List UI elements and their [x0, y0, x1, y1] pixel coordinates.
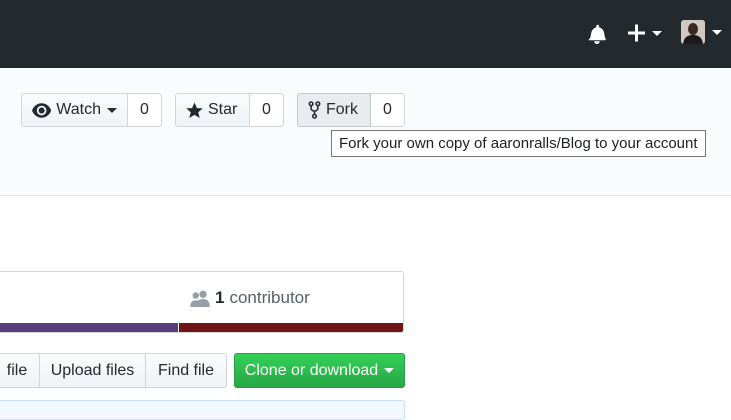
commit-tease [0, 400, 405, 420]
site-header [0, 0, 731, 68]
star-button[interactable]: Star [175, 93, 250, 127]
watch-label: Watch [56, 101, 101, 118]
upload-files-button[interactable]: Upload files [39, 353, 146, 388]
repo-summary: 1 contributor [0, 271, 404, 333]
fork-tooltip: Fork your own copy of aaronralls/Blog to… [331, 130, 706, 157]
clone-label: Clone or download [244, 361, 379, 379]
star-label: Star [208, 101, 238, 118]
people-icon [190, 290, 210, 307]
find-file-button[interactable]: Find file [145, 353, 227, 388]
chevron-down-icon [384, 368, 395, 373]
chevron-down-icon [107, 107, 117, 113]
language-segment[interactable] [0, 323, 179, 332]
plus-icon[interactable] [627, 22, 663, 44]
forks-count[interactable]: 0 [371, 93, 405, 127]
watch-button[interactable]: Watch [21, 93, 128, 127]
eye-icon [32, 102, 52, 118]
contributors-count: 1 [215, 288, 225, 307]
profile-menu[interactable] [681, 20, 723, 46]
fork-button[interactable]: Fork [297, 93, 371, 127]
stargazers-count[interactable]: 0 [250, 93, 284, 127]
contributors-link[interactable]: 1 contributor [190, 288, 310, 308]
fork-label: Fork [326, 101, 358, 118]
avatar[interactable] [681, 20, 705, 44]
create-new-file-button[interactable]: file [0, 353, 40, 388]
clone-or-download-button[interactable]: Clone or download [234, 353, 405, 388]
star-icon [186, 102, 203, 118]
repo-forked-icon [308, 101, 321, 119]
language-bar[interactable] [0, 323, 403, 332]
watchers-count[interactable]: 0 [128, 93, 162, 127]
contributors-label: contributor [229, 288, 310, 307]
chevron-down-icon [712, 30, 722, 35]
bell-icon[interactable] [587, 22, 607, 44]
language-segment[interactable] [178, 323, 403, 332]
